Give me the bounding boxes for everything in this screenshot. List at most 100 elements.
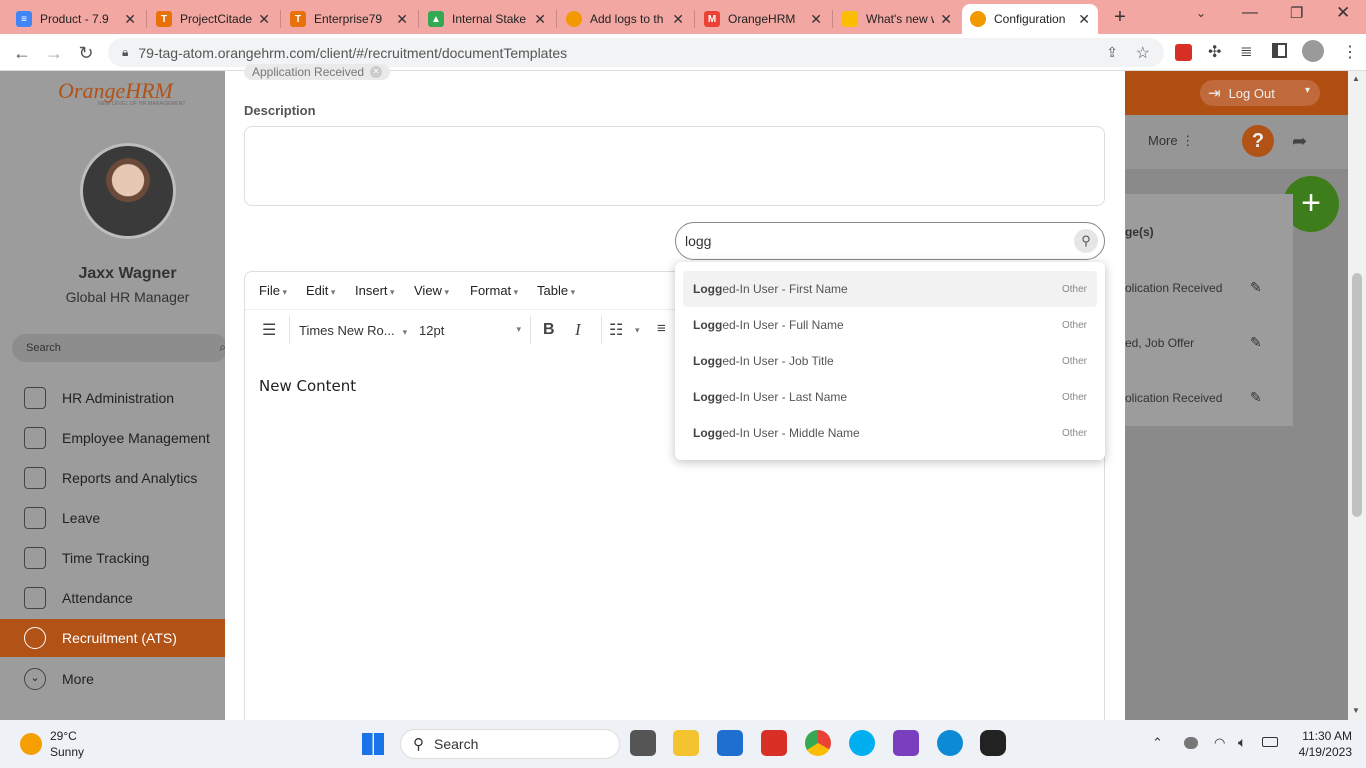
gmail-icon: M: [704, 11, 720, 27]
help-button[interactable]: ?: [1242, 125, 1274, 157]
profile-avatar[interactable]: [1302, 40, 1324, 62]
suggestion-job-title[interactable]: Logg ed-In User - Job Title Other: [683, 343, 1097, 379]
task-view-icon[interactable]: [630, 730, 656, 756]
back-icon[interactable]: ←: [11, 42, 33, 64]
scrollbar-thumb[interactable]: [1352, 273, 1362, 517]
sidebar-item-recruitment[interactable]: Recruitment (ATS): [0, 619, 225, 657]
browser-tab-projectcitadel[interactable]: T ProjectCitade ✕: [148, 4, 278, 34]
clock-date[interactable]: 4/19/2023: [1290, 745, 1352, 759]
volume-icon[interactable]: 🔈︎: [1238, 734, 1246, 751]
user-avatar[interactable]: [80, 143, 176, 239]
sidebar-item-more[interactable]: ⌄ More: [0, 660, 225, 698]
sidebar-item-attendance[interactable]: Attendance: [0, 579, 225, 617]
taskbar-search-input[interactable]: ⚲ Search: [400, 729, 620, 759]
battery-icon[interactable]: [1262, 737, 1278, 747]
wifi-icon[interactable]: ◠: [1214, 735, 1225, 751]
mail-icon[interactable]: [717, 730, 743, 756]
browser-tab-internal-stake[interactable]: ▲ Internal Stake ✕: [420, 4, 554, 34]
close-icon[interactable]: ✕: [1078, 11, 1090, 28]
share-icon[interactable]: ⇪: [1106, 44, 1118, 61]
new-tab-button[interactable]: +: [1108, 5, 1132, 29]
clock-time[interactable]: 11:30 AM: [1296, 729, 1352, 743]
description-textarea[interactable]: [244, 126, 1105, 206]
browser-tab-enterprise79[interactable]: T Enterprise79 ✕: [282, 4, 416, 34]
browser-menu-icon[interactable]: ⋮: [1342, 42, 1358, 62]
sidebar-item-hr-administration[interactable]: HR Administration: [0, 379, 225, 417]
close-icon[interactable]: ✕: [534, 11, 546, 28]
forward-icon[interactable]: →: [43, 42, 65, 64]
weather-sun-icon[interactable]: [20, 733, 42, 755]
bookmark-star-icon[interactable]: ☆: [1136, 43, 1150, 63]
url-field[interactable]: 🔒︎ 79-tag-atom.orangehrm.com/client/#/re…: [108, 38, 1164, 67]
close-icon[interactable]: ✕: [672, 11, 684, 28]
bullet-list-icon[interactable]: ☷: [609, 320, 623, 340]
logout-button[interactable]: ⇥ Log Out ▾: [1200, 80, 1320, 106]
italic-button[interactable]: I: [575, 320, 581, 340]
scroll-up-arrow-icon[interactable]: ▲: [1352, 74, 1360, 83]
extension-todoist-icon[interactable]: [1175, 44, 1192, 61]
suggestion-last-name[interactable]: Logg ed-In User - Last Name Other: [683, 379, 1097, 415]
edge-icon[interactable]: [937, 730, 963, 756]
editor-menu-edit[interactable]: Edit: [306, 283, 335, 298]
edit-pencil-icon[interactable]: ✎: [1250, 279, 1262, 296]
close-icon[interactable]: ✕: [258, 11, 270, 28]
browser-tab-configuration[interactable]: Configuration ✕: [962, 4, 1098, 34]
skype-icon[interactable]: [849, 730, 875, 756]
close-icon[interactable]: ✕: [940, 11, 952, 28]
sliders-icon[interactable]: ☰: [262, 320, 276, 340]
editor-menu-format[interactable]: Format: [470, 283, 518, 298]
sidebar-item-reports[interactable]: Reports and Analytics: [0, 459, 225, 497]
chevron-down-icon[interactable]: ▾: [635, 325, 640, 336]
reading-list-icon[interactable]: ≣: [1240, 42, 1253, 60]
minimize-icon[interactable]: —: [1242, 4, 1258, 22]
snipping-tool-icon[interactable]: [893, 730, 919, 756]
chrome-icon[interactable]: [805, 730, 831, 756]
suggestion-full-name[interactable]: Logg ed-In User - Full Name Other: [683, 307, 1097, 343]
editor-menu-view[interactable]: View: [414, 283, 449, 298]
suggestion-first-name[interactable]: Logg ed-In User - First Name Other: [683, 271, 1097, 307]
sidebar-item-time-tracking[interactable]: Time Tracking: [0, 539, 225, 577]
more-menu-button[interactable]: More ⋮: [1148, 133, 1194, 149]
close-icon[interactable]: ✕: [124, 11, 136, 28]
editor-content[interactable]: New Content: [259, 377, 356, 395]
edit-pencil-icon[interactable]: ✎: [1250, 334, 1262, 351]
restore-icon[interactable]: ❐: [1290, 4, 1303, 22]
sidebar-item-leave[interactable]: Leave: [0, 499, 225, 537]
file-explorer-icon[interactable]: [673, 730, 699, 756]
obs-icon[interactable]: [980, 730, 1006, 756]
editor-menu-insert[interactable]: Insert: [355, 283, 395, 298]
numbered-list-icon[interactable]: ≡: [657, 320, 666, 337]
tray-chevron-up-icon[interactable]: ⌃: [1152, 735, 1163, 751]
close-icon[interactable]: ✕: [810, 11, 822, 28]
browser-tab-gmail[interactable]: M OrangeHRM ✕: [696, 4, 830, 34]
placeholder-search-input[interactable]: logg ⚲: [675, 222, 1105, 260]
onedrive-icon[interactable]: [1184, 737, 1198, 749]
font-family-select[interactable]: Times New Ro... ▾: [299, 323, 407, 338]
browser-tab-product[interactable]: ≡ Product - 7.9 ✕: [8, 4, 144, 34]
suggestion-middle-name[interactable]: Logg ed-In User - Middle Name Other: [683, 415, 1097, 451]
table-row: olication Received: [1125, 281, 1223, 295]
sidebar-search-input[interactable]: Search ⌕: [12, 334, 228, 362]
bold-button[interactable]: B: [543, 321, 555, 339]
font-size-select[interactable]: 12pt ▾: [419, 323, 523, 338]
window-close-icon[interactable]: ✕: [1336, 3, 1350, 23]
side-panel-icon[interactable]: [1272, 43, 1287, 58]
share-arrow-icon[interactable]: ➦: [1292, 131, 1307, 152]
browser-tab-add-logs[interactable]: Add logs to th ✕: [558, 4, 692, 34]
scroll-down-arrow-icon[interactable]: ▼: [1352, 706, 1360, 715]
editor-menu-file[interactable]: File: [259, 283, 287, 298]
sidebar-item-employee-management[interactable]: Employee Management: [0, 419, 225, 457]
tab-search-icon[interactable]: ⌄: [1196, 6, 1206, 20]
windows-start-icon[interactable]: [362, 733, 384, 755]
wps-office-icon[interactable]: [761, 730, 787, 756]
chip-remove-icon[interactable]: ✕: [370, 66, 383, 78]
edit-pencil-icon[interactable]: ✎: [1250, 389, 1262, 406]
search-icon[interactable]: ⚲: [1074, 229, 1098, 253]
placeholder-suggestions-dropdown: Logg ed-In User - First Name Other Logg ed…: [675, 262, 1105, 460]
address-bar: ← → ↻ 🔒︎ 79-tag-atom.orangehrm.com/clien…: [0, 34, 1366, 71]
editor-menu-table[interactable]: Table: [537, 283, 575, 298]
reload-icon[interactable]: ↻: [75, 42, 97, 64]
close-icon[interactable]: ✕: [396, 11, 408, 28]
extensions-puzzle-icon[interactable]: ✣: [1208, 42, 1221, 62]
browser-tab-whats-new[interactable]: What's new w ✕: [834, 4, 960, 34]
